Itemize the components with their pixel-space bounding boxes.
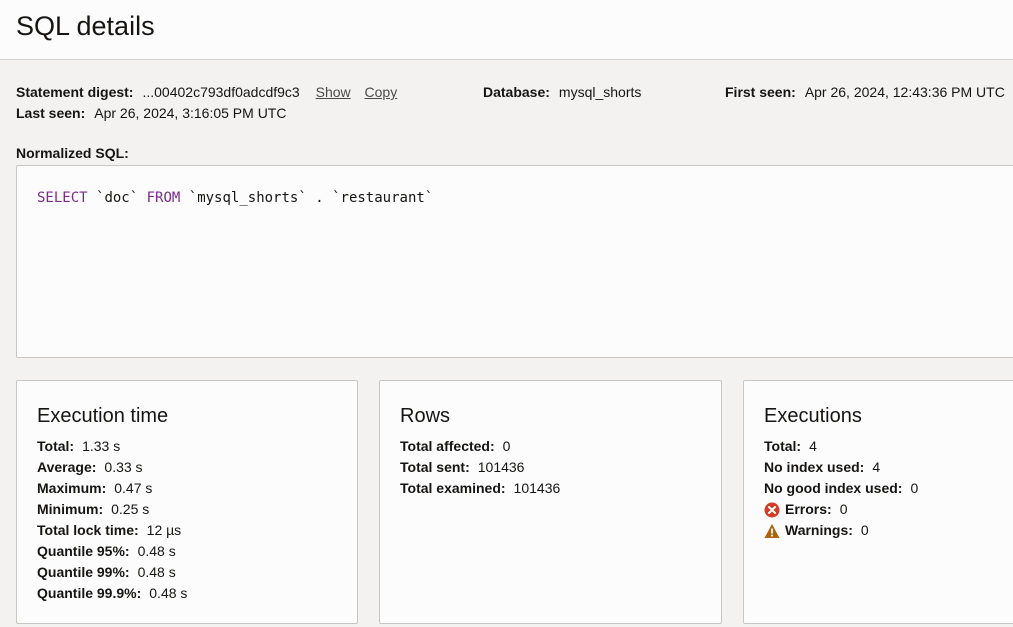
database-value: mysql_shorts [558,84,642,100]
stat-row: Quantile 95%: 0.48 s [37,541,187,562]
rows-card: Rows Total affected: 0 Total sent: 101436 … [379,380,722,624]
sql-code: SELECT `doc` FROM `mysql_shorts` . `rest… [37,190,433,206]
stat-value: 101436 [477,459,525,475]
page-header: SQL details [0,0,1013,60]
show-digest-link[interactable]: Show [316,84,351,100]
sql-table: `restaurant` [332,190,434,206]
statement-digest-value: ...00402c793df0adcdf9c3 [142,84,300,100]
stat-label: Quantile 99.9%: [37,585,142,601]
stat-label: No good index used: [764,480,903,496]
execution-time-card: Execution time Total: 1.33 s Average: 0.33… [16,380,358,624]
stat-label: Total examined: [400,480,506,496]
execution-time-title: Execution time [37,405,169,427]
stat-label: Quantile 99%: [37,564,130,580]
database-label: Database: [483,84,550,100]
page-title: SQL details [16,11,155,41]
stat-label: Average: [37,459,97,475]
normalized-sql-label: Normalized SQL: [16,145,129,161]
stat-label: Warnings: [785,522,853,538]
stat-label: Total: [37,438,75,454]
stat-label: Total: [764,438,802,454]
stat-value: 0 [839,501,848,517]
executions-rows: Total: 4 No index used: 4 No good index us… [764,436,918,541]
stat-row: Maximum: 0.47 s [37,478,187,499]
sql-dot: . [315,190,324,206]
rows-card-rows: Total affected: 0 Total sent: 101436 Total… [400,436,560,499]
stat-row: Quantile 99%: 0.48 s [37,562,187,583]
stat-value: 0 [502,438,511,454]
warning-icon [764,523,780,539]
stat-value: 4 [872,459,881,475]
stat-row: Total examined: 101436 [400,478,560,499]
sql-column: `doc` [96,190,139,206]
stat-row: Total sent: 101436 [400,457,560,478]
stat-row: No index used: 4 [764,457,918,478]
stat-row: No good index used: 0 [764,478,918,499]
stat-row: Total affected: 0 [400,436,560,457]
executions-card: Executions Total: 4 No index used: 4 No go… [743,380,1013,624]
stat-value: 0 [910,480,919,496]
stat-value: 0.48 s [137,543,176,559]
stat-value: 4 [809,438,817,454]
normalized-sql-box[interactable]: SELECT `doc` FROM `mysql_shorts` . `rest… [16,165,1013,358]
execution-time-rows: Total: 1.33 s Average: 0.33 s Maximum: 0.47… [37,436,187,604]
error-icon [764,502,780,518]
stat-row: Quantile 99.9%: 0.48 s [37,583,187,604]
sql-keyword-select: SELECT [37,190,88,206]
stat-value: 101436 [513,480,561,496]
stat-row: Total: 4 [764,436,918,457]
stat-label: Quantile 95%: [37,543,130,559]
first-seen-label: First seen: [725,84,796,100]
last-seen-info: Last seen: Apr 26, 2024, 3:16:05 PM UTC [16,104,286,122]
statement-digest-label: Statement digest: [16,84,134,100]
stat-value: 0 [860,522,869,538]
stat-row: Warnings: 0 [764,520,918,541]
last-seen-value: Apr 26, 2024, 3:16:05 PM UTC [94,105,287,121]
statement-digest: Statement digest: ...00402c793df0adcdf9c3… [16,83,397,101]
stat-value: 0.25 s [111,501,150,517]
stat-row: Total: 1.33 s [37,436,187,457]
first-seen-value: Apr 26, 2024, 12:43:36 PM UTC [804,84,1005,100]
executions-title: Executions [764,405,862,427]
last-seen-label: Last seen: [16,105,86,121]
sql-keyword-from: FROM [146,190,181,206]
stat-value: 0.47 s [114,480,153,496]
stat-label: Maximum: [37,480,107,496]
stat-label: Total lock time: [37,522,139,538]
stat-row: Average: 0.33 s [37,457,187,478]
stat-row: Total lock time: 12 µs [37,520,187,541]
stat-value: 12 µs [146,522,182,538]
stat-value: 0.33 s [104,459,143,475]
stat-label: No index used: [764,459,865,475]
stat-row: Minimum: 0.25 s [37,499,187,520]
stat-label: Total sent: [400,459,470,475]
stat-value: 0.48 s [137,564,176,580]
stat-label: Minimum: [37,501,104,517]
rows-title: Rows [400,405,451,427]
stat-value: 1.33 s [82,438,121,454]
stat-row: Errors: 0 [764,499,918,520]
copy-digest-link[interactable]: Copy [365,84,398,100]
stat-label: Total affected: [400,438,495,454]
stat-label: Errors: [785,501,832,517]
database-info: Database: mysql_shorts [483,83,641,101]
sql-schema: `mysql_shorts` [188,190,307,206]
stat-value: 0.48 s [149,585,188,601]
first-seen-info: First seen: Apr 26, 2024, 12:43:36 PM UTC [725,83,1005,101]
